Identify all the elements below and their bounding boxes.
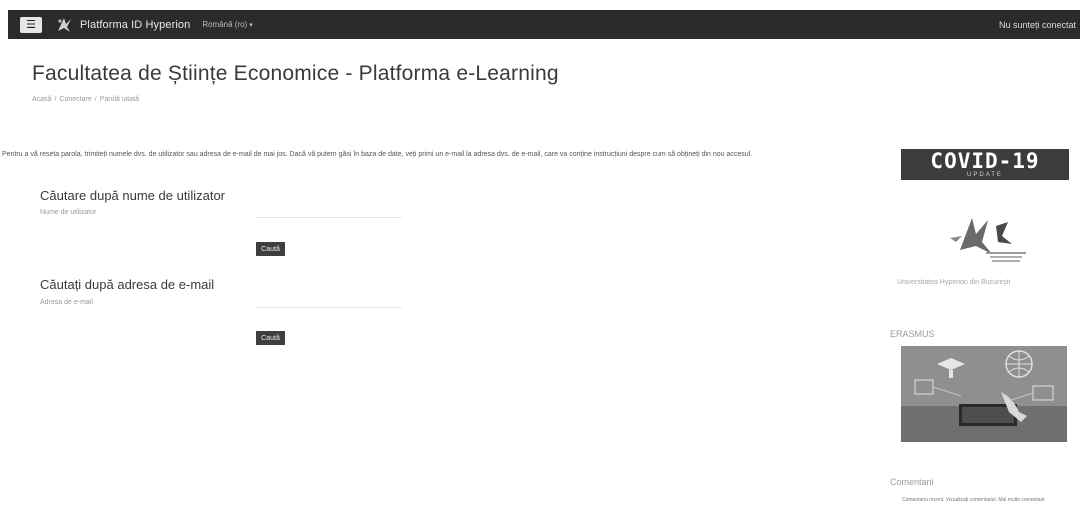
comments-text: Comentariu recent. Vizualizați comentari…: [902, 497, 1045, 503]
top-navbar: ☰ Platforma ID Hyperion Română (ro) ▾ Nu …: [8, 10, 1080, 39]
search-by-email-button[interactable]: Caută: [256, 331, 285, 345]
erasmus-block-title: ERASMUS: [890, 329, 935, 339]
search-by-username-button[interactable]: Caută: [256, 242, 285, 256]
language-menu[interactable]: Română (ro) ▾: [202, 20, 252, 29]
email-label: Adresa de e-mail: [40, 299, 93, 306]
breadcrumb-current: Parolă uitată: [99, 96, 139, 103]
username-search-title: Căutare după nume de utilizator: [40, 188, 226, 203]
erasmus-image[interactable]: [901, 346, 1067, 442]
chevron-down-icon: ▾: [249, 22, 253, 29]
university-link[interactable]: Universitatea Hyperion din București: [897, 279, 1069, 286]
email-input[interactable]: [256, 293, 402, 308]
page-title: Facultatea de Științe Economice - Platfo…: [32, 62, 559, 85]
breadcrumb-login[interactable]: Conectare: [59, 96, 91, 103]
breadcrumb-separator: /: [94, 96, 97, 103]
comments-block-title: Comentarii: [890, 477, 934, 487]
breadcrumb-home[interactable]: Acasă: [32, 96, 51, 103]
university-logo-icon[interactable]: [942, 208, 1032, 268]
email-search-title: Căutați după adresa de e-mail: [40, 277, 215, 292]
language-label: Română (ro): [202, 20, 248, 29]
covid-banner[interactable]: COVID-19 UPDATE: [901, 149, 1069, 180]
reset-instructions: Pentru a vă reseta parola, trimiteți num…: [2, 151, 753, 158]
hamburger-menu-icon: ☰: [26, 18, 36, 31]
covid-banner-title: COVID-19: [930, 148, 1040, 173]
username-input[interactable]: [256, 203, 402, 218]
username-label: Nume de utilizator: [40, 209, 97, 216]
menu-toggle-button[interactable]: ☰: [20, 16, 42, 33]
hyperion-logo-icon[interactable]: [54, 15, 74, 35]
login-status-text[interactable]: Nu sunteți conectat: [999, 20, 1076, 30]
site-brand-link[interactable]: Platforma ID Hyperion: [80, 19, 190, 31]
breadcrumb: Acasă / Conectare / Parolă uitată: [32, 96, 139, 103]
covid-banner-subtitle: UPDATE: [967, 171, 1003, 178]
breadcrumb-separator: /: [54, 96, 57, 103]
